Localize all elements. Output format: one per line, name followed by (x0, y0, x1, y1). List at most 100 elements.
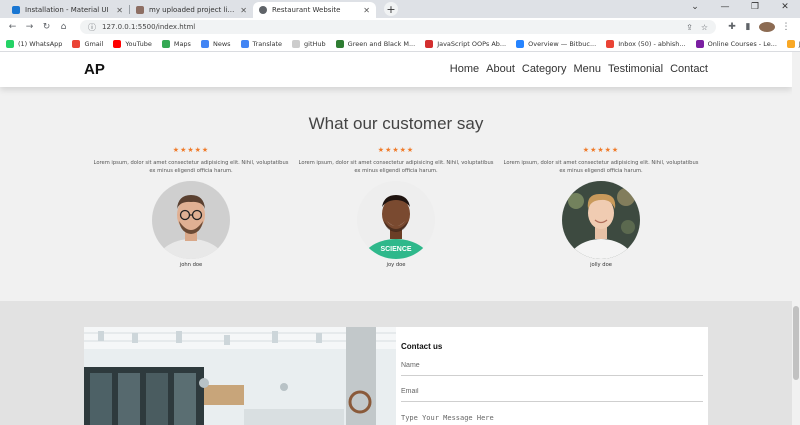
contact-section: Contact us (0, 301, 792, 425)
email-input[interactable] (401, 386, 703, 402)
home-icon[interactable]: ⌂ (57, 22, 70, 32)
site-logo[interactable]: AP (84, 61, 105, 78)
bookmark-item[interactable]: Translate (240, 39, 282, 48)
bookmark-favicon-icon (113, 39, 122, 48)
address-bar-url[interactable]: 127.0.0.1:5500/index.html (102, 23, 678, 31)
browser-tab-active[interactable]: Restaurant Website ✕ (253, 2, 376, 18)
nav-home[interactable]: Home (450, 63, 479, 75)
page-viewport: AP Home About Category Menu Testimonial … (0, 52, 792, 425)
tab-search-icon[interactable]: ⌄ (680, 2, 710, 12)
restore-icon[interactable]: ❐ (740, 2, 770, 12)
page-scrollbar[interactable] (792, 52, 800, 425)
testimonial-card: ★★★★★ Lorem ipsum, dolor sit amet consec… (86, 146, 296, 268)
address-bar[interactable]: ⓘ 127.0.0.1:5500/index.html ⇪ ☆ (80, 20, 716, 34)
bookmark-favicon-icon (335, 39, 344, 48)
testimonial-text: Lorem ipsum, dolor sit amet consectetur … (503, 160, 699, 174)
forward-icon[interactable]: → (23, 22, 36, 32)
bookmark-item[interactable]: Inbox (50) - abhish... (606, 39, 686, 48)
bookmark-item[interactable]: (1) WhatsApp (6, 39, 63, 48)
bookmark-star-icon[interactable]: ☆ (701, 23, 708, 32)
reload-icon[interactable]: ↻ (40, 22, 53, 32)
minimize-icon[interactable]: — (710, 2, 740, 12)
bookmark-item[interactable]: Gmail (72, 39, 104, 48)
browser-tab[interactable]: my uploaded project list.downlo ✕ (130, 2, 253, 18)
close-tab-icon[interactable]: ✕ (363, 6, 370, 15)
extensions-icon[interactable]: ✚ (724, 22, 740, 32)
bookmark-label: News (212, 39, 231, 48)
svg-text:SCIENCE: SCIENCE (380, 246, 411, 253)
bookmark-item[interactable]: gitHub (292, 39, 326, 48)
bookmark-favicon-icon (516, 39, 525, 48)
testimonial-text: Lorem ipsum, dolor sit amet consectetur … (93, 160, 289, 174)
nav-category[interactable]: Category (522, 63, 567, 75)
customer-portrait-jolly (562, 181, 640, 259)
bookmark-label: Green and Black M... (347, 39, 416, 48)
new-tab-button[interactable]: + (384, 2, 398, 16)
bookmark-label: Online Courses - Le... (707, 39, 777, 48)
nav-testimonial[interactable]: Testimonial (608, 63, 663, 75)
customer-photo (562, 181, 640, 259)
bookmark-label: JavaScript OOPs Ab... (437, 39, 507, 48)
message-textarea[interactable] (401, 412, 703, 425)
testimonials-title: What our customer say (308, 114, 484, 133)
bookmark-label: Maps (173, 39, 191, 48)
customer-portrait-john (152, 181, 230, 259)
bookmark-label: (1) WhatsApp (18, 39, 63, 48)
main-nav: Home About Category Menu Testimonial Con… (443, 63, 708, 75)
bookmark-favicon-icon (6, 39, 14, 48)
customer-name: jolly doe (590, 262, 612, 268)
close-tab-icon[interactable]: ✕ (240, 6, 247, 15)
restaurant-interior-image (84, 327, 396, 425)
bookmark-item[interactable]: YouTube (113, 39, 152, 48)
window-controls: ⌄ — ❐ ✕ (680, 2, 800, 12)
bookmark-favicon-icon (240, 39, 249, 48)
bookmark-label: Gmail (84, 39, 104, 48)
nav-contact[interactable]: Contact (670, 63, 708, 75)
browser-tab-strip: Installation - Material UI ✕ my uploaded… (0, 0, 800, 18)
menu-kebab-icon[interactable]: ⋮ (778, 22, 794, 32)
toolbar-actions: ✚ ▮ ⋮ (724, 22, 794, 32)
bookmark-label: gitHub (304, 39, 326, 48)
customer-name: john doe (179, 262, 203, 268)
customer-photo: SCIENCE (357, 181, 435, 259)
browser-tab[interactable]: Installation - Material UI ✕ (6, 2, 129, 18)
close-tab-icon[interactable]: ✕ (116, 6, 123, 15)
bookmark-label: YouTube (125, 39, 152, 48)
globe-favicon-icon (259, 6, 267, 14)
site-header: AP Home About Category Menu Testimonial … (0, 52, 792, 87)
bookmarks-bar: (1) WhatsApp Gmail YouTube Maps News Translat… (0, 36, 800, 52)
share-icon[interactable]: ⇪ (686, 23, 693, 32)
contact-form: Contact us (396, 327, 708, 425)
testimonial-card: ★★★★★ Lorem ipsum, dolor sit amet consec… (496, 146, 706, 268)
rating-stars: ★★★★★ (377, 146, 415, 154)
material-ui-favicon-icon (12, 6, 20, 14)
rating-stars: ★★★★★ (172, 146, 210, 154)
nav-about[interactable]: About (486, 63, 515, 75)
customer-photo (152, 181, 230, 259)
scrollbar-thumb[interactable] (793, 306, 799, 380)
site-info-icon[interactable]: ⓘ (88, 22, 96, 33)
profile-avatar[interactable] (759, 22, 775, 32)
bookmark-favicon-icon (292, 39, 301, 48)
bookmark-favicon-icon (200, 39, 209, 48)
testimonial-card: ★★★★★ Lorem ipsum, dolor sit amet consec… (291, 146, 501, 268)
tab-title: my uploaded project list.downlo (149, 6, 237, 14)
testimonial-text: Lorem ipsum, dolor sit amet consectetur … (298, 160, 494, 174)
side-panel-icon[interactable]: ▮ (740, 22, 756, 32)
bookmark-item[interactable]: Maps (161, 39, 191, 48)
bookmark-item[interactable]: Green and Black M... (335, 39, 416, 48)
bookmark-item[interactable]: Overview — Bitbuc... (516, 39, 597, 48)
bookmark-item[interactable]: Javascript Interview... (786, 39, 800, 48)
browser-toolbar: ← → ↻ ⌂ ⓘ 127.0.0.1:5500/index.html ⇪ ☆ … (0, 18, 800, 36)
bookmark-item[interactable]: News (200, 39, 231, 48)
close-window-icon[interactable]: ✕ (770, 2, 800, 12)
bookmark-item[interactable]: Online Courses - Le... (695, 39, 777, 48)
back-icon[interactable]: ← (6, 22, 19, 32)
nav-menu[interactable]: Menu (574, 63, 602, 75)
customer-portrait-joy: SCIENCE (357, 181, 435, 259)
bookmark-label: Overview — Bitbuc... (528, 39, 597, 48)
bookmark-item[interactable]: JavaScript OOPs Ab... (425, 39, 507, 48)
bookmark-favicon-icon (786, 39, 795, 48)
name-input[interactable] (401, 360, 703, 376)
restaurant-interior-picture (84, 327, 396, 425)
